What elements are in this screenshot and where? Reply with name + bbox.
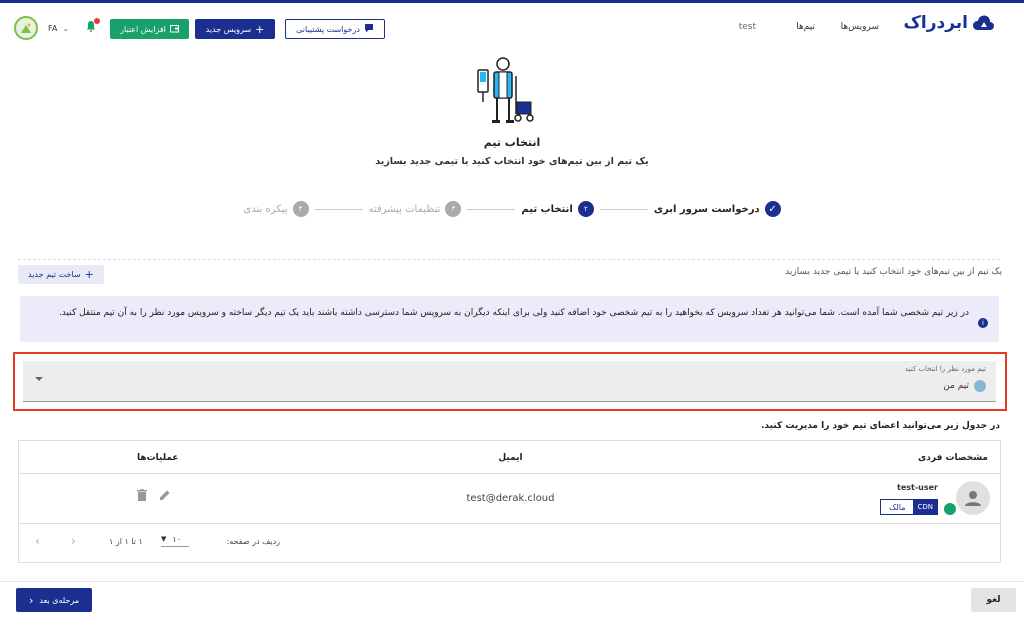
row-divider (19, 473, 1000, 474)
step-number: ۲ (577, 201, 594, 217)
support-request-label: درخواست پشتیبانی (296, 24, 360, 34)
plus-icon: + (255, 22, 265, 36)
chevron-left-icon: ‹ (28, 593, 34, 607)
step-connector (599, 208, 648, 210)
plus-icon: + (84, 268, 94, 281)
step-advanced-settings: ۳ تنظیمات پیشرفته (369, 201, 462, 217)
step-select-team: ۲ انتخاب تیم (521, 201, 594, 217)
new-service-button[interactable]: + سرویس جدید (195, 19, 275, 39)
team-selection-card: یک تیم از بین تیم‌های خود انتخاب کنید یا… (0, 241, 1024, 581)
language-selector[interactable]: FA ⌄ (48, 24, 69, 33)
next-step-label: مرحله‌ی بعد (39, 595, 80, 605)
chevron-right-icon[interactable]: › (71, 534, 76, 548)
info-alert: i در زیر تیم شخصی شما آمده است. شما می‌ت… (20, 296, 999, 342)
add-credit-button[interactable]: افزایش اعتبار (110, 19, 189, 39)
nav-test[interactable]: test (739, 22, 756, 32)
online-status-icon (944, 503, 956, 515)
table-caption: در جدول زیر می‌توانید اعضای تیم خود را م… (761, 421, 1000, 431)
step-connector (467, 208, 516, 210)
team-select-value: تیم من (943, 380, 986, 392)
pagination-range: ۱ تا ۱ از ۱ (109, 537, 143, 546)
nav-teams[interactable]: تیم‌ها (796, 22, 815, 32)
info-icon: i (978, 318, 988, 328)
user-avatar[interactable] (14, 16, 38, 40)
edit-icon[interactable] (159, 489, 171, 504)
team-select[interactable]: تیم مورد نظر را انتخاب کنید تیم من (23, 361, 996, 402)
dropdown-arrow-icon[interactable] (35, 377, 43, 381)
chevron-down-icon: ▼ (161, 535, 167, 543)
column-header-actions: عملیات‌ها (137, 453, 179, 463)
new-service-label: سرویس جدید (205, 24, 252, 34)
create-team-button[interactable]: + ساخت تیم جدید (18, 265, 104, 284)
team-select-value-text: تیم من (943, 381, 969, 391)
wallet-icon (169, 24, 179, 35)
row-divider (19, 523, 1000, 524)
delete-icon[interactable] (137, 489, 147, 504)
page-title: انتخاب تیم (483, 136, 541, 149)
footer-bar: مرحله‌ی بعد ‹ لغو (0, 581, 1024, 631)
members-table: مشخصات فردی ایمیل عملیات‌ها test-user CD… (18, 440, 1001, 563)
chevron-left-icon[interactable]: ‹ (35, 534, 40, 548)
create-team-label: ساخت تیم جدید (28, 270, 81, 279)
page-subtitle: یک تیم از بین تیم‌های خود انتخاب کنید یا… (375, 156, 649, 167)
step-label: تنظیمات پیشرفته (368, 203, 441, 215)
cloud-logo-icon (972, 15, 994, 30)
cancel-button[interactable]: لغو (971, 588, 1016, 612)
check-icon: ✓ (764, 201, 781, 217)
traveler-illustration-icon (477, 57, 534, 123)
step-number: ۳ (445, 201, 462, 217)
add-credit-label: افزایش اعتبار (120, 24, 166, 34)
info-text: در زیر تیم شخصی شما آمده است. شما می‌توا… (58, 308, 969, 318)
logo-text: ابردراک (903, 13, 968, 33)
notification-dot (94, 18, 100, 24)
step-number: ۴ (292, 201, 309, 217)
team-avatar-icon (974, 380, 986, 392)
chat-icon (364, 23, 374, 35)
top-bar: ابردراک سرویس‌ها تیم‌ها test درخواست پشت… (0, 0, 1024, 46)
next-step-button[interactable]: مرحله‌ی بعد ‹ (16, 588, 92, 612)
step-configuration: ۴ پیکره بندی (243, 201, 309, 217)
step-cloud-server: ✓ درخواست سرور ابری (654, 201, 781, 217)
support-request-button[interactable]: درخواست پشتیبانی (285, 19, 385, 39)
chevron-down-icon: ⌄ (62, 25, 69, 33)
rows-per-page-select[interactable]: ▼ ۱۰ (161, 532, 189, 547)
rows-per-page-label: ردیف در صفحه: (226, 537, 280, 546)
notification-bell-icon[interactable] (85, 18, 100, 35)
section-description: یک تیم از بین تیم‌های خود انتخاب کنید یا… (785, 267, 1002, 277)
language-label: FA (48, 24, 58, 33)
rows-per-page-value: ۱۰ (172, 534, 181, 544)
team-select-label: تیم مورد نظر را انتخاب کنید (904, 365, 986, 373)
nav-services[interactable]: سرویس‌ها (841, 22, 879, 32)
hero-section: انتخاب تیم یک تیم از بین تیم‌های خود انت… (0, 46, 1024, 241)
step-label: پیکره بندی (243, 203, 288, 215)
step-label: درخواست سرور ابری (653, 203, 760, 215)
step-label: انتخاب تیم (521, 203, 573, 215)
step-connector (314, 208, 363, 210)
avatar-image-icon (21, 23, 31, 33)
logo[interactable]: ابردراک (903, 13, 994, 33)
member-name: test-user (897, 483, 938, 492)
team-select-highlight: تیم مورد نظر را انتخاب کنید تیم من (13, 352, 1007, 411)
stepper: ✓ درخواست سرور ابری ۲ انتخاب تیم ۳ تنظیم… (0, 201, 1024, 217)
divider (18, 259, 1000, 260)
